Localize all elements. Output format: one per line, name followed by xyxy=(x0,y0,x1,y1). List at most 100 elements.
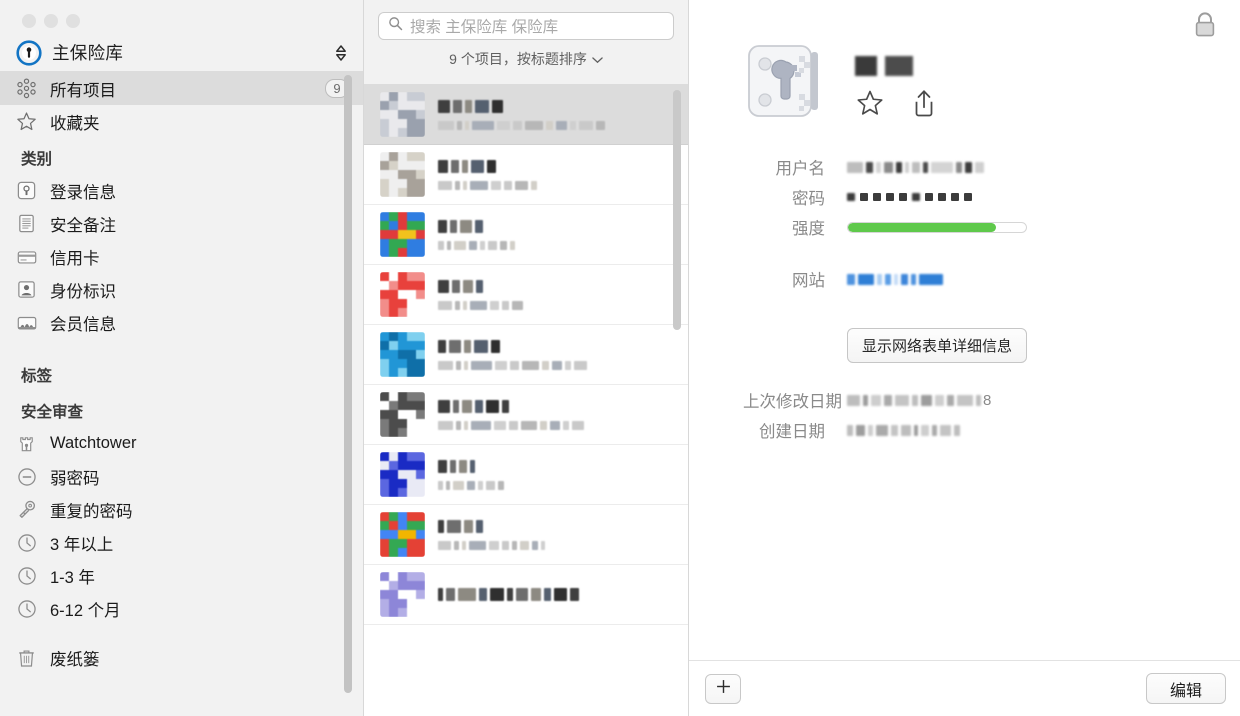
all-items-icon xyxy=(14,76,39,101)
sidebar-item-trash[interactable]: 废纸篓 xyxy=(0,641,363,674)
redacted-block xyxy=(919,273,943,285)
detail-actions xyxy=(855,88,939,123)
sidebar-item-1-to-3-years[interactable]: 1-3 年 xyxy=(0,559,363,592)
redacted-block xyxy=(490,588,504,601)
redacted-block xyxy=(447,519,461,533)
list-item-title-redacted xyxy=(438,519,688,533)
sidebar-item-6-to-12-months[interactable]: 6-12 个月 xyxy=(0,592,363,625)
favorite-star-icon[interactable] xyxy=(855,88,885,123)
detail-field-row: 网站 xyxy=(743,264,1240,294)
list-item-title-redacted xyxy=(438,159,688,173)
detail-field-value[interactable] xyxy=(847,221,1240,233)
password-dot xyxy=(951,193,959,201)
edit-button[interactable]: 编辑 xyxy=(1146,673,1226,704)
redacted-block xyxy=(512,300,523,310)
list-item[interactable] xyxy=(364,445,688,505)
list-item-subtitle-redacted xyxy=(438,480,688,490)
redacted-block xyxy=(452,279,460,293)
list-item[interactable] xyxy=(364,385,688,445)
redacted-block xyxy=(438,588,443,601)
redacted-block xyxy=(522,360,539,370)
redacted-block xyxy=(463,180,467,190)
redacted-block xyxy=(469,240,477,250)
redacted-block xyxy=(488,240,497,250)
sidebar-item-watchtower[interactable]: Watchtower xyxy=(0,427,363,460)
sidebar-scroll-area: 所有项目 9 收藏夹 类别 登录信息 安全备注 信用卡 身份标识 会员信息 标签… xyxy=(0,72,363,712)
add-item-button[interactable] xyxy=(705,673,741,704)
redacted-block xyxy=(596,120,605,130)
redacted-block xyxy=(471,159,484,173)
redacted-block xyxy=(460,219,472,233)
redacted-block xyxy=(847,161,863,173)
password-dot xyxy=(964,193,972,201)
sidebar-item-label: Watchtower xyxy=(50,434,137,452)
list-item[interactable] xyxy=(364,145,688,205)
redacted-block xyxy=(454,240,466,250)
weak-password-icon xyxy=(14,464,39,489)
sidebar-item-favorites[interactable]: 收藏夹 xyxy=(0,105,363,138)
redacted-block xyxy=(438,120,454,130)
chevron-up-down-icon[interactable] xyxy=(333,42,349,64)
detail-fields: 用户名 密码 强度 网站 xyxy=(689,152,1240,294)
show-web-form-details-button[interactable]: 显示网络表单详细信息 xyxy=(847,328,1028,363)
star-icon xyxy=(14,109,39,134)
redacted-block xyxy=(912,161,920,173)
redacted-block xyxy=(462,399,472,413)
webform-details-row: 显示网络表单详细信息 xyxy=(689,328,1240,363)
sidebar-item-over-3-years[interactable]: 3 年以上 xyxy=(0,526,363,559)
detail-dates: 上次修改日期 8 创建日期 xyxy=(689,385,1240,445)
redacted-block xyxy=(465,120,469,130)
redacted-block xyxy=(487,159,496,173)
redacted-block xyxy=(885,56,913,76)
list-item[interactable] xyxy=(364,265,688,325)
list-item-text xyxy=(438,399,688,430)
sidebar-item-label: 身份标识 xyxy=(50,282,116,301)
redacted-block xyxy=(459,459,467,473)
lock-icon[interactable] xyxy=(1192,10,1218,45)
redacted-block xyxy=(438,300,452,310)
search-input[interactable]: 搜索 主保险库 保险库 xyxy=(378,12,674,40)
redacted-block xyxy=(455,180,460,190)
list-item[interactable] xyxy=(364,205,688,265)
list-item[interactable] xyxy=(364,505,688,565)
sidebar-item-secure-notes[interactable]: 安全备注 xyxy=(0,207,363,240)
detail-field-value[interactable] xyxy=(847,161,1240,173)
redacted-block xyxy=(863,394,868,406)
list-sort-control[interactable]: 9 个项目，按标题排序 xyxy=(378,49,674,69)
redacted-block xyxy=(438,240,444,250)
detail-field-value[interactable] xyxy=(847,193,1240,201)
redacted-block xyxy=(884,394,892,406)
item-list-scrollbar[interactable] xyxy=(673,90,681,330)
detail-date-label: 上次修改日期 xyxy=(743,393,842,411)
redacted-block xyxy=(446,588,455,601)
vault-selector[interactable]: 主保险库 xyxy=(0,34,363,72)
redacted-block xyxy=(494,420,506,430)
sidebar-item-label: 废纸篓 xyxy=(50,650,100,669)
detail-field-value[interactable] xyxy=(847,273,1240,285)
list-item[interactable] xyxy=(364,325,688,385)
minimize-button[interactable] xyxy=(44,14,58,28)
plus-icon xyxy=(715,678,732,700)
list-header: 搜索 主保险库 保险库 9 个项目，按标题排序 xyxy=(364,0,688,85)
close-button[interactable] xyxy=(22,14,36,28)
redacted-item-icon-4 xyxy=(380,272,425,317)
redacted-text-blocks xyxy=(847,424,960,436)
sidebar-scrollbar[interactable] xyxy=(344,75,352,693)
redacted-block xyxy=(464,420,468,430)
sidebar-item-credit-cards[interactable]: 信用卡 xyxy=(0,240,363,273)
sidebar-item-all-items[interactable]: 所有项目 9 xyxy=(0,72,363,105)
list-item[interactable] xyxy=(364,85,688,145)
list-item[interactable] xyxy=(364,565,688,625)
redacted-block xyxy=(449,339,461,353)
zoom-button[interactable] xyxy=(66,14,80,28)
sidebar-item-weak-passwords[interactable]: 弱密码 xyxy=(0,460,363,493)
sidebar-item-memberships[interactable]: 会员信息 xyxy=(0,306,363,339)
redacted-block xyxy=(847,394,860,406)
share-icon[interactable] xyxy=(909,88,939,123)
sidebar-item-duplicate-passwords[interactable]: 重复的密码 xyxy=(0,493,363,526)
sidebar-item-identities[interactable]: 身份标识 xyxy=(0,273,363,306)
redacted-block xyxy=(491,180,501,190)
detail-field-label: 用户名 xyxy=(775,160,826,178)
redacted-block xyxy=(847,273,855,285)
sidebar-item-logins[interactable]: 登录信息 xyxy=(0,174,363,207)
